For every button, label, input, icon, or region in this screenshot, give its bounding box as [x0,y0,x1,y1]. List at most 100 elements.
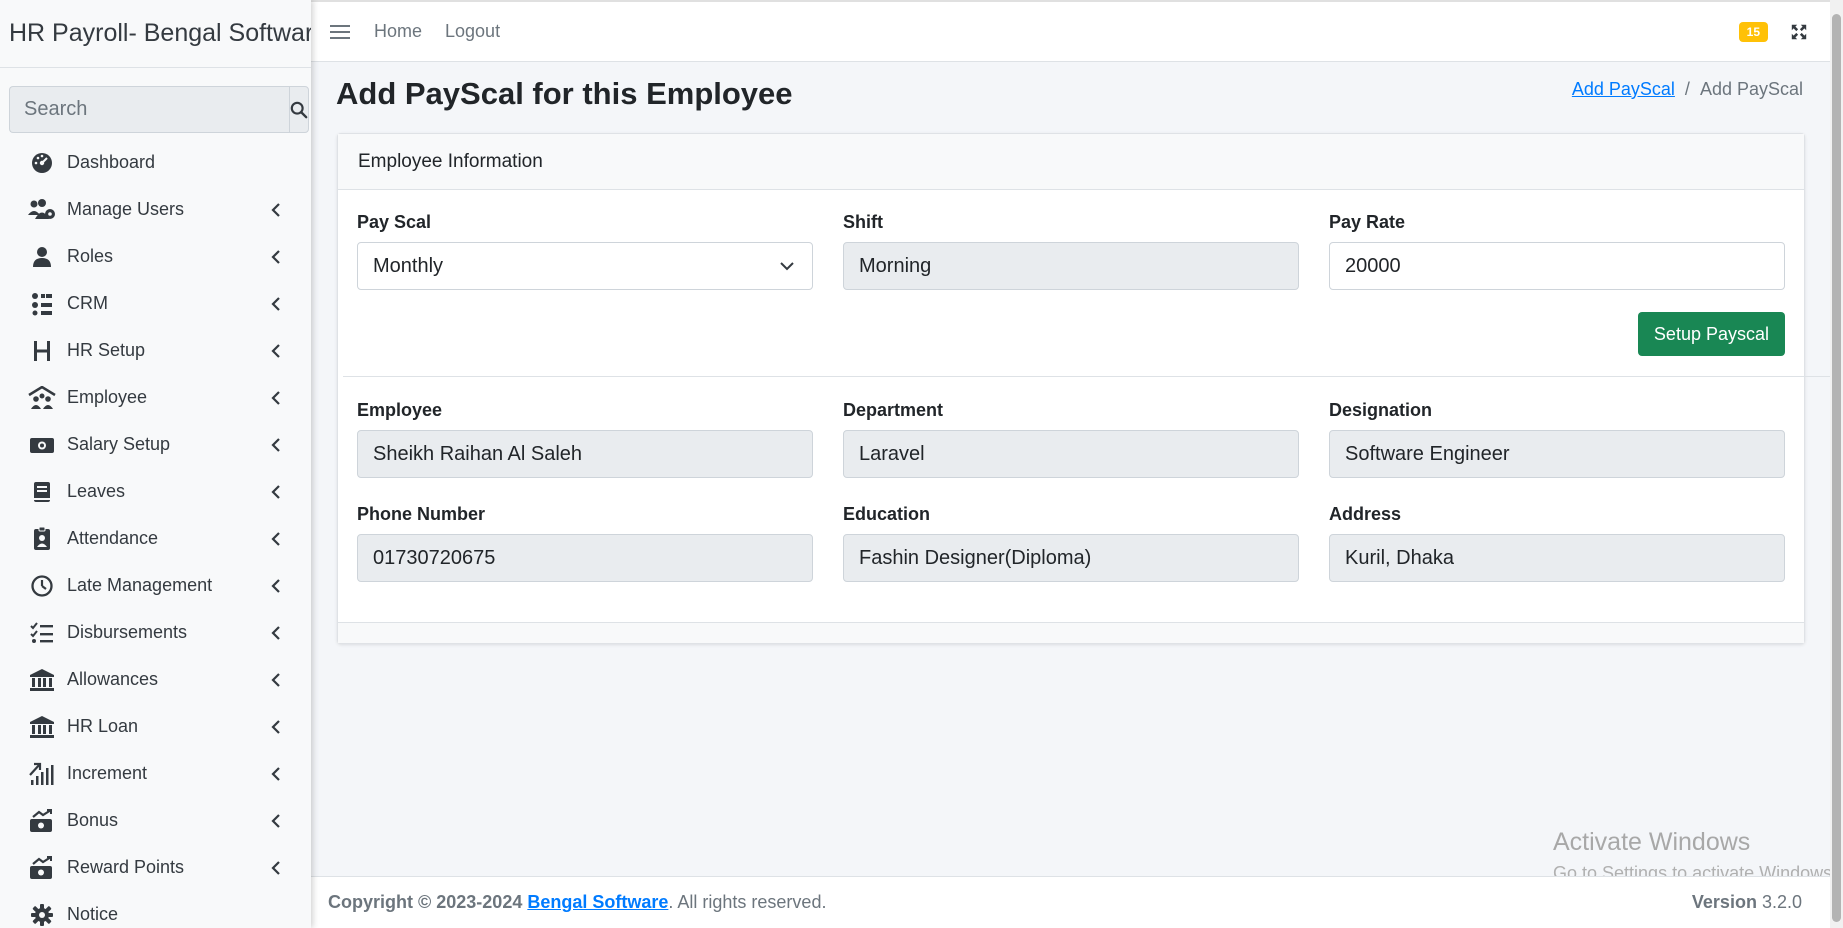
sidebar-nav: Dashboard Manage Users Roles CRM HR Setup Emp… [0,139,311,928]
chevron-left-icon[interactable] [269,296,283,312]
pay-scal-label: Pay Scal [357,212,432,232]
education-field: Education [843,504,1299,582]
logout-link[interactable]: Logout [445,21,500,42]
hamburger-menu-icon[interactable] [330,24,350,39]
department-field: Department [843,400,1299,478]
dashboard-icon [28,149,56,177]
sidebar-item-label: Bonus [67,810,119,830]
pay-rate-input[interactable] [1329,242,1785,290]
top-navbar: Home Logout 15 [311,0,1843,62]
sidebar-search [9,86,309,133]
page-footer: Copyright © 2023-2024 Bengal Software. A… [311,876,1830,928]
notification-badge[interactable]: 15 [1738,21,1768,42]
employee-label: Employee [357,400,443,420]
version-info: Version 3.2.0 [1692,892,1802,913]
setup-payscal-button[interactable]: Setup Payscal [1637,312,1785,356]
money-bill-icon [28,431,56,459]
sidebar-item-hr-loan[interactable]: HR Loan [0,703,311,750]
sidebar-item-label: Employee [67,387,148,407]
employee-input[interactable] [357,430,813,478]
pay-scal-select[interactable]: Monthly [357,242,813,290]
chevron-left-icon[interactable] [269,625,283,641]
address-label: Address [1329,504,1402,524]
sidebar-item-disbursements[interactable]: Disbursements [0,609,311,656]
page-title: Add PayScal for this Employee [336,76,793,111]
chevron-left-icon[interactable] [269,390,283,406]
department-input[interactable] [843,430,1299,478]
employee-info-card: Employee Information Pay Scal Monthly Sh… [337,133,1834,644]
sidebar-item-label: Increment [67,763,148,783]
chevron-left-icon[interactable] [269,249,283,265]
chevron-left-icon[interactable] [269,672,283,688]
chevron-left-icon[interactable] [269,484,283,500]
chevron-left-icon[interactable] [269,860,283,876]
sidebar-item-dashboard[interactable]: Dashboard [0,139,311,186]
employee-field: Employee [357,400,813,478]
sidebar-item-label: Manage Users [67,199,185,219]
chevron-left-icon[interactable] [269,343,283,359]
chevron-left-icon[interactable] [269,202,283,218]
sidebar-item-hr-setup[interactable]: HR Setup [0,327,311,374]
sidebar-item-label: Late Management [67,575,213,595]
pay-rate-field: Pay Rate [1329,212,1785,290]
sidebar-item-notice[interactable]: Notice [0,891,311,928]
designation-input[interactable] [1329,430,1785,478]
chevron-left-icon[interactable] [269,766,283,782]
people-roof-icon [28,384,56,412]
brand-title[interactable]: HR Payroll- Bengal Software [0,0,311,68]
home-link[interactable]: Home [374,21,422,42]
users-gear-icon [28,196,56,224]
version-label: Version [1691,892,1757,912]
sidebar-item-salary-setup[interactable]: Salary Setup [0,421,311,468]
sidebar-item-increment[interactable]: Increment [0,750,311,797]
pay-scal-selected-value: Monthly [373,254,444,277]
list-check-icon [28,619,56,647]
user-icon [28,243,56,271]
breadcrumb-link-add-payscal[interactable]: Add PayScal [1572,79,1675,100]
chevron-left-icon[interactable] [269,813,283,829]
breadcrumb: Add PayScal / Add PayScal [1572,79,1803,100]
address-field: Address [1329,504,1785,582]
watermark-title: Activate Windows [1553,828,1751,856]
h-letter-icon [28,337,56,365]
chevron-left-icon[interactable] [269,578,283,594]
chart-arrow-icon [28,760,56,788]
card-footer [338,622,1804,643]
sidebar-item-late-management[interactable]: Late Management [0,562,311,609]
shift-input[interactable] [843,242,1299,290]
company-link[interactable]: Bengal Software [527,892,668,913]
fullscreen-expand-icon[interactable] [1790,23,1808,41]
section-divider [343,376,1834,377]
sidebar-item-attendance[interactable]: Attendance [0,515,311,562]
breadcrumb-current: Add PayScal [1699,79,1803,99]
sidebar-item-allowances[interactable]: Allowances [0,656,311,703]
search-icon [290,101,308,118]
sidebar-item-leaves[interactable]: Leaves [0,468,311,515]
chevron-left-icon[interactable] [269,531,283,547]
phone-label: Phone Number [357,504,486,524]
sidebar-item-roles[interactable]: Roles [0,233,311,280]
education-label: Education [843,504,931,524]
address-input[interactable] [1329,534,1785,582]
chevron-left-icon[interactable] [269,719,283,735]
sidebar-item-label: Allowances [67,669,159,689]
copyright-text: Copyright © 2023-2024 [328,892,523,912]
sidebar-item-manage-users[interactable]: Manage Users [0,186,311,233]
search-input[interactable] [9,86,289,133]
sidebar-item-label: HR Loan [67,716,139,736]
scrollbar-thumb[interactable] [1832,14,1841,922]
sidebar-item-reward-points[interactable]: Reward Points [0,844,311,891]
education-input[interactable] [843,534,1299,582]
sidebar-item-label: Dashboard [67,152,156,172]
sidebar-item-bonus[interactable]: Bonus [0,797,311,844]
sidebar-item-employee[interactable]: Employee [0,374,311,421]
page-scrollbar[interactable] [1830,0,1843,928]
money-chart-icon [28,807,56,835]
rights-text: . All rights reserved. [668,892,827,912]
search-button[interactable] [289,86,309,133]
sidebar-item-label: Notice [67,904,119,924]
phone-input[interactable] [357,534,813,582]
sidebar-item-label: Reward Points [67,857,185,877]
sidebar-item-crm[interactable]: CRM [0,280,311,327]
chevron-left-icon[interactable] [269,437,283,453]
